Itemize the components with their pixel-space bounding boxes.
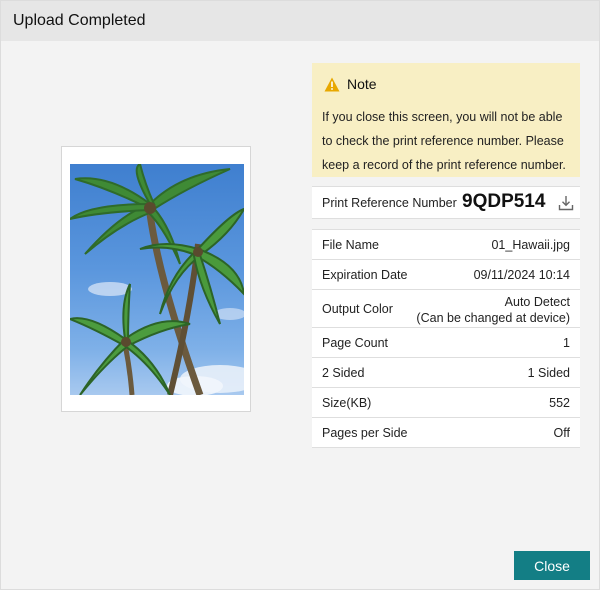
detail-value: Auto Detect (Can be changed at device) xyxy=(416,294,570,326)
detail-label: 2 Sided xyxy=(322,366,365,380)
detail-value-line: (Can be changed at device) xyxy=(416,311,570,325)
detail-value: 1 xyxy=(563,336,570,350)
close-button[interactable]: Close xyxy=(514,551,590,580)
detail-row-output-color: Output Color Auto Detect (Can be changed… xyxy=(312,290,580,328)
print-reference-box: Print Reference Number 9QDP514 xyxy=(312,186,580,219)
warning-icon xyxy=(324,77,340,92)
detail-value: 552 xyxy=(549,396,570,410)
detail-label: Size(KB) xyxy=(322,396,372,410)
detail-label: Pages per Side xyxy=(322,426,408,440)
detail-label: File Name xyxy=(322,238,379,252)
detail-label: Page Count xyxy=(322,336,389,350)
detail-label: Output Color xyxy=(322,302,393,316)
print-reference-number: 9QDP514 xyxy=(462,191,546,212)
detail-value: 09/11/2024 10:14 xyxy=(473,268,570,282)
title-bar: Upload Completed xyxy=(1,1,599,41)
detail-row-pages-per-side: Pages per Side Off xyxy=(312,418,580,448)
note-message: If you close this screen, you will not b… xyxy=(322,110,566,172)
note-title: Note xyxy=(347,76,377,92)
print-reference-label: Print Reference Number xyxy=(322,196,457,210)
file-details-table: File Name 01_Hawaii.jpg Expiration Date … xyxy=(312,229,580,448)
preview-image xyxy=(70,164,244,395)
detail-value: Off xyxy=(553,426,570,440)
detail-row-2-sided: 2 Sided 1 Sided xyxy=(312,358,580,388)
palm-tree-photo xyxy=(70,164,244,395)
dialog-title: Upload Completed xyxy=(13,12,146,29)
detail-value-line: Auto Detect xyxy=(504,295,570,309)
detail-value: 01_Hawaii.jpg xyxy=(491,238,570,252)
upload-completed-dialog: Upload Completed Note If you close this … xyxy=(0,0,600,590)
detail-row-page-count: Page Count 1 xyxy=(312,328,580,358)
detail-row-size-kb: Size(KB) 552 xyxy=(312,388,580,418)
detail-row-file-name: File Name 01_Hawaii.jpg xyxy=(312,230,580,260)
detail-row-expiration-date: Expiration Date 09/11/2024 10:14 xyxy=(312,260,580,290)
note-box: Note If you close this screen, you will … xyxy=(312,63,580,177)
download-icon[interactable] xyxy=(558,195,574,211)
detail-label: Expiration Date xyxy=(322,268,408,282)
print-preview xyxy=(61,146,251,412)
detail-value: 1 Sided xyxy=(527,366,570,380)
